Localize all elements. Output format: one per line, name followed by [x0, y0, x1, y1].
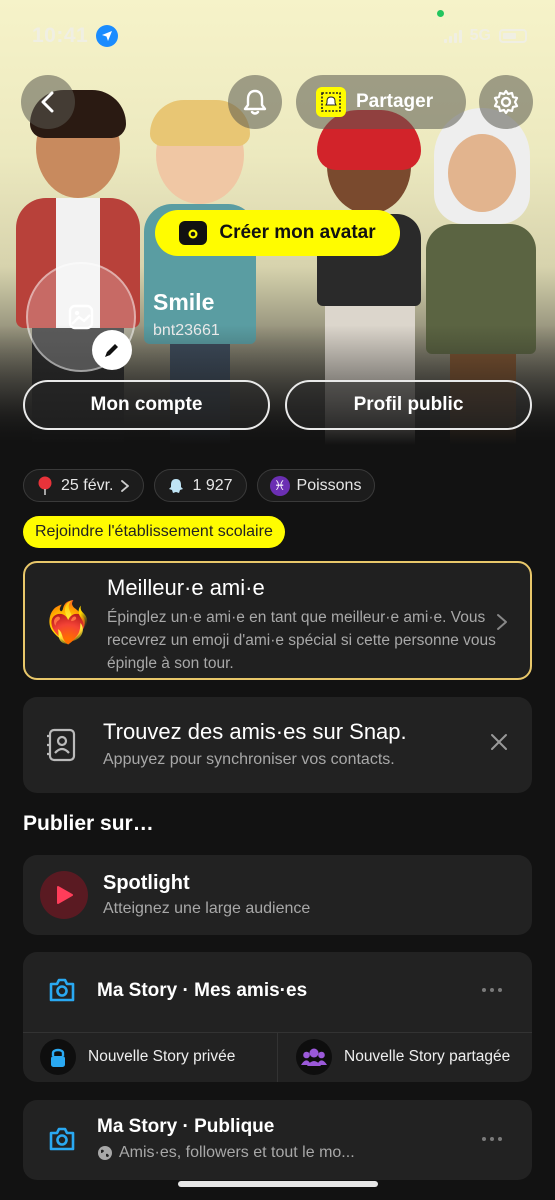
snapscore-chip[interactable]: 1 927 — [154, 469, 247, 502]
camera-icon — [179, 221, 208, 245]
my-story-public-description: Amis·es, followers et tout le mo... — [119, 1144, 355, 1161]
my-account-button[interactable]: Mon compte — [23, 380, 270, 430]
username: bnt23661 — [153, 322, 220, 339]
gear-icon — [493, 89, 519, 115]
display-name: Smile — [153, 289, 215, 315]
divider — [277, 1033, 278, 1082]
my-story-friends-title: Ma Story · Mes amis·es — [97, 980, 308, 1001]
chevron-right-icon — [497, 614, 507, 630]
pencil-icon — [105, 344, 118, 357]
create-avatar-label: Créer mon avatar — [219, 222, 376, 243]
new-private-story-button[interactable]: Nouvelle Story privée — [40, 1039, 235, 1075]
spotlight-icon — [40, 871, 88, 919]
camera-icon — [49, 978, 75, 1002]
spotlight-description: Atteignez une large audience — [103, 900, 311, 917]
more-options-icon[interactable] — [482, 1137, 502, 1141]
signal-icon — [443, 29, 462, 43]
contacts-icon — [47, 728, 76, 762]
find-friends-description: Appuyez pour synchroniser vos contacts. — [103, 751, 395, 768]
find-friends-card[interactable]: Trouvez des amis·es sur Snap. Appuyez po… — [23, 697, 532, 793]
find-friends-title: Trouvez des amis·es sur Snap. — [103, 719, 407, 744]
home-indicator — [178, 1181, 378, 1187]
snapscore-label: 1 927 — [192, 476, 233, 494]
back-button[interactable] — [21, 75, 75, 129]
status-bar: 10:41 5G — [32, 20, 527, 52]
close-icon[interactable] — [490, 733, 508, 751]
chevron-right-icon — [121, 479, 130, 492]
best-friend-description: Épinglez un·e ami·e en tant que meilleur… — [107, 609, 496, 672]
public-profile-button[interactable]: Profil public — [285, 380, 532, 430]
new-private-story-label: Nouvelle Story privée — [88, 1048, 236, 1065]
camera-icon — [49, 1127, 75, 1151]
snapcode-icon — [316, 87, 346, 117]
new-shared-story-button[interactable]: Nouvelle Story partagée — [296, 1039, 510, 1075]
my-story-public-card[interactable]: Ma Story · Publique Amis·es, followers e… — [23, 1100, 532, 1180]
battery-icon — [499, 29, 527, 43]
pin-icon — [38, 476, 52, 495]
privacy-indicator — [437, 10, 444, 17]
more-options-icon[interactable] — [482, 988, 502, 992]
create-avatar-button[interactable]: Créer mon avatar — [155, 210, 400, 256]
heart-on-fire-icon: ❤️‍🔥 — [43, 601, 93, 645]
pisces-icon: ♓ — [269, 475, 290, 496]
profile-chips: 25 févr. 1 927 ♓ Poissons — [23, 469, 376, 502]
share-label: Partager — [356, 91, 434, 112]
chevron-left-icon — [41, 91, 54, 113]
spotlight-title: Spotlight — [103, 872, 190, 894]
notifications-button[interactable] — [228, 75, 282, 129]
lock-icon — [40, 1039, 76, 1075]
status-time: 10:41 — [32, 24, 89, 47]
join-school-button[interactable]: Rejoindre l'établissement scolaire — [23, 516, 285, 548]
network-label: 5G — [469, 27, 491, 44]
ghost-icon — [169, 478, 184, 493]
zodiac-chip[interactable]: ♓ Poissons — [256, 469, 376, 502]
bell-icon — [243, 89, 267, 115]
spotlight-card[interactable]: Spotlight Atteignez une large audience — [23, 855, 532, 935]
birthday-chip[interactable]: 25 févr. — [23, 469, 145, 502]
my-story-public-title: Ma Story · Publique — [97, 1116, 275, 1137]
best-friend-card[interactable]: ❤️‍🔥 Meilleur·e ami·e Épinglez un·e ami·… — [23, 561, 532, 680]
new-shared-story-label: Nouvelle Story partagée — [344, 1048, 511, 1065]
share-button[interactable]: Partager — [296, 75, 466, 129]
best-friend-title: Meilleur·e ami·e — [107, 575, 265, 600]
globe-icon — [98, 1146, 112, 1160]
birthday-label: 25 févr. — [61, 476, 114, 494]
zodiac-label: Poissons — [296, 476, 362, 494]
settings-button[interactable] — [479, 75, 533, 129]
location-icon — [96, 25, 119, 47]
publish-section-title: Publier sur… — [23, 812, 154, 835]
my-story-friends-card: Ma Story · Mes amis·es Nouvelle Story pr… — [23, 952, 532, 1082]
my-story-friends-row[interactable]: Ma Story · Mes amis·es — [23, 952, 532, 1032]
group-icon — [296, 1039, 332, 1075]
edit-avatar-button[interactable] — [92, 330, 132, 370]
image-placeholder-icon — [68, 304, 94, 330]
